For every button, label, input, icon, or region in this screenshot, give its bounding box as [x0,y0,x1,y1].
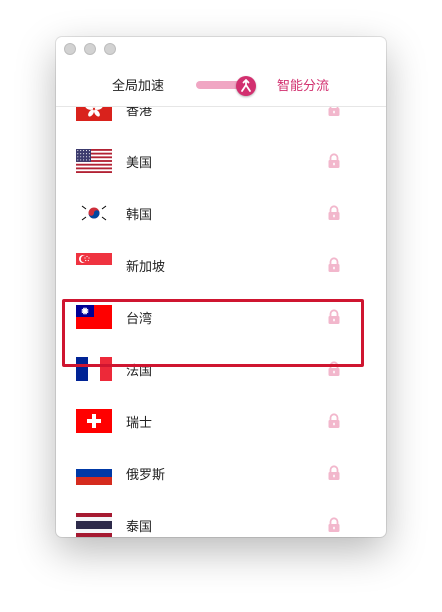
server-list[interactable]: 香港美国韩国新加坡台湾法国瑞士俄罗斯泰国 [56,107,386,537]
server-name: 韩国 [126,208,153,223]
lock-icon [327,153,341,169]
server-name: 法国 [126,364,153,379]
server-row-france[interactable]: 法国 [56,343,386,395]
hk-flag-icon [76,107,112,121]
kr-flag-icon [76,201,112,225]
ch-flag-icon [76,409,112,433]
server-name: 泰国 [126,520,153,535]
zoom-window-button[interactable] [104,43,116,55]
server-row-russia[interactable]: 俄罗斯 [56,447,386,499]
lock-icon [327,413,341,429]
server-name: 瑞士 [126,416,153,431]
lock-icon [327,107,341,117]
split-route-icon [241,79,251,92]
lock-icon [327,309,341,325]
partial-flag-icon [76,513,112,537]
mode-toggle[interactable] [196,76,258,96]
server-row-partial[interactable]: 泰国 [56,499,386,537]
lock-icon [327,205,341,221]
ru-flag-icon [76,461,112,485]
server-row-korea[interactable]: 韩国 [56,187,386,239]
lock-icon [327,517,341,533]
server-row-switzerland[interactable]: 瑞士 [56,395,386,447]
server-name: 新加坡 [126,260,166,275]
server-row-singapore[interactable]: 新加坡 [56,239,386,291]
app-window: 全局加速 智能分流 香港美国韩国新加坡台湾法国瑞士俄罗斯泰国 [56,37,386,537]
server-name: 美国 [126,156,153,171]
server-name: 香港 [126,107,153,119]
sg-flag-icon [76,253,112,277]
mode-header: 全局加速 智能分流 [56,65,386,105]
global-mode-label[interactable]: 全局加速 [112,75,164,94]
server-row-taiwan[interactable]: 台湾 [56,291,386,343]
us-flag-icon [76,149,112,173]
close-window-button[interactable] [64,43,76,55]
server-name: 俄罗斯 [126,468,166,483]
fr-flag-icon [76,357,112,381]
server-name: 台湾 [126,312,153,327]
lock-icon [327,361,341,377]
lock-icon [327,257,341,273]
minimize-window-button[interactable] [84,43,96,55]
window-controls [64,43,116,55]
smart-mode-label[interactable]: 智能分流 [277,75,329,94]
toggle-knob[interactable] [236,76,256,96]
lock-icon [327,465,341,481]
tw-flag-icon [76,305,112,329]
server-row-hongkong[interactable]: 香港 [56,107,386,135]
server-row-usa[interactable]: 美国 [56,135,386,187]
